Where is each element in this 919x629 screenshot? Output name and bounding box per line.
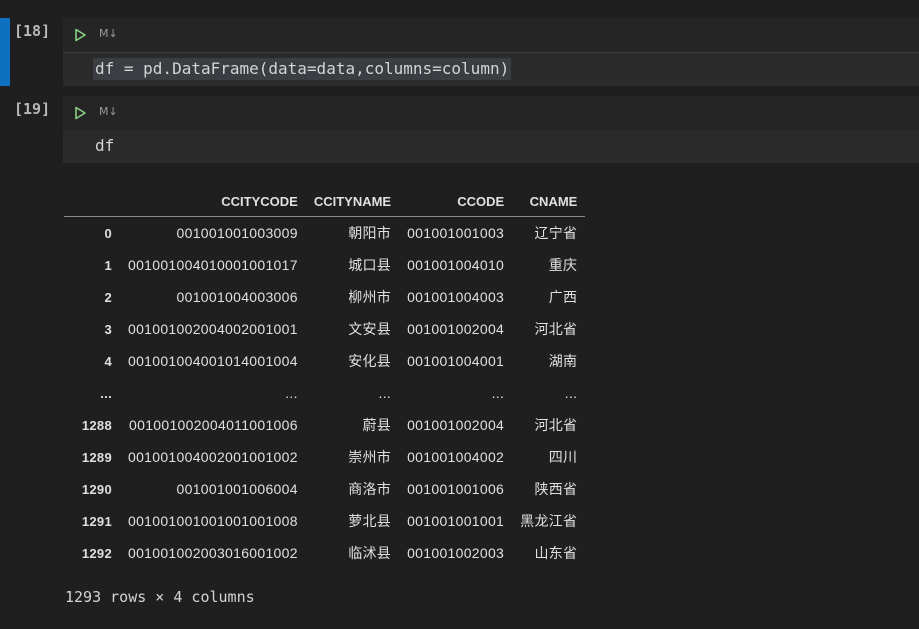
table-cell: 001001002004 xyxy=(407,321,505,337)
table-cell: 陕西省 xyxy=(534,481,578,497)
column-header: CCITYNAME xyxy=(313,193,392,209)
table-row: 3 001001002004002001001 文安县 001001002004 河北省 xyxy=(64,313,585,345)
table-cell: 广西 xyxy=(548,289,578,305)
table-cell: 001001004001014001004 xyxy=(128,353,298,369)
row-index: 1292 xyxy=(81,545,112,561)
notebook-cell-19[interactable]: [19] M↓ df xyxy=(0,96,919,163)
row-index: 1290 xyxy=(81,481,112,497)
table-cell: 山东省 xyxy=(534,545,578,561)
table-cell: 001001002004002001001 xyxy=(128,321,298,337)
table-cell: 001001001006004 xyxy=(176,481,298,497)
table-cell: 001001002003016001002 xyxy=(128,545,298,561)
table-cell: ... xyxy=(564,385,578,401)
column-header: CCITYCODE xyxy=(221,193,298,209)
table-row: 1291 001001001001001001008 萝北县 001001001001… xyxy=(64,505,585,537)
table-cell: 001001001003009 xyxy=(176,225,298,241)
table-cell: 蔚县 xyxy=(362,417,392,433)
cell-toolbar: M↓ xyxy=(63,18,919,52)
row-index: 1288 xyxy=(81,417,112,433)
code-editor[interactable]: df xyxy=(63,130,919,163)
table-row: 0 001001001003009 朝阳市 001001001003 辽宁省 xyxy=(64,217,585,250)
table-row: 2 001001004003006 柳州市 001001004003 广西 xyxy=(64,281,585,313)
table-cell: 001001002003 xyxy=(407,545,505,561)
table-cell: 安化县 xyxy=(348,353,392,369)
table-row: 1289 001001004002001001002 崇州市 001001004002… xyxy=(64,441,585,473)
table-row: 1290 001001001006004 商洛市 001001001006 陕西省 xyxy=(64,473,585,505)
cell-type-badge[interactable]: M↓ xyxy=(99,105,118,118)
table-cell: 朝阳市 xyxy=(348,225,392,241)
table-row: 1288 001001002004011001006 蔚县 001001002004 河… xyxy=(64,409,585,441)
row-index: 0 xyxy=(104,225,112,241)
execution-count: [19] xyxy=(14,100,51,118)
table-cell: 柳州市 xyxy=(348,289,392,305)
table-cell: 001001001006 xyxy=(407,481,505,497)
table-cell: 001001004003006 xyxy=(176,289,298,305)
active-cell-indicator xyxy=(0,18,10,86)
table-cell: ... xyxy=(285,385,298,401)
table-cell: 001001004002001001002 xyxy=(128,449,298,465)
notebook-cell-18[interactable]: [18] M↓ df = pd.DataFrame(data=data,colu… xyxy=(0,18,919,86)
execution-count: [18] xyxy=(14,22,51,40)
cell-type-badge[interactable]: M↓ xyxy=(99,27,118,40)
table-cell: 辽宁省 xyxy=(534,225,578,241)
row-index: 2 xyxy=(104,289,112,305)
table-row: ............... xyxy=(64,377,585,409)
table-row: 1 001001004010001001017 城口县 001001004010 重庆 xyxy=(64,249,585,281)
table-cell: 001001002004011001006 xyxy=(129,417,298,433)
table-cell: ... xyxy=(491,385,505,401)
column-header: CNAME xyxy=(529,193,578,209)
row-index: 1 xyxy=(104,257,112,273)
table-cell: 001001001001001001008 xyxy=(128,513,298,529)
table-cell: 001001004002 xyxy=(407,449,505,465)
code-editor[interactable]: df = pd.DataFrame(data=data,columns=colu… xyxy=(63,53,919,86)
column-header: CCODE xyxy=(457,193,505,209)
table-cell: 001001004010 xyxy=(407,257,505,273)
row-index: 1291 xyxy=(81,513,112,529)
table-header-row: CCITYCODE CCITYNAME CCODE CNAME xyxy=(64,186,586,217)
code-line[interactable]: df = pd.DataFrame(data=data,columns=colu… xyxy=(93,58,512,80)
table-cell: 商洛市 xyxy=(348,481,392,497)
table-cell: 001001004001 xyxy=(407,353,505,369)
table-cell: 河北省 xyxy=(534,321,578,337)
run-cell-icon[interactable] xyxy=(73,28,87,42)
table-cell: 临沭县 xyxy=(348,545,392,561)
table-cell: 001001001001 xyxy=(407,513,505,529)
table-cell: 河北省 xyxy=(534,417,578,433)
dataframe-table: CCITYCODE CCITYNAME CCODE CNAME 0 0010010… xyxy=(64,186,586,569)
row-index: 1289 xyxy=(81,449,112,465)
column-header xyxy=(64,186,120,217)
table-cell: 黑龙江省 xyxy=(520,513,578,529)
row-index: 3 xyxy=(104,321,112,337)
table-cell: ... xyxy=(378,385,392,401)
row-index: 4 xyxy=(104,353,112,369)
dataframe-summary: 1293 rows × 4 columns xyxy=(65,588,255,606)
table-cell: 四川 xyxy=(548,449,578,465)
table-cell: 萝北县 xyxy=(348,513,392,529)
table-cell: 001001004010001001017 xyxy=(128,257,298,273)
table-cell: 崇州市 xyxy=(348,449,392,465)
table-cell: 湖南 xyxy=(548,353,578,369)
run-cell-icon[interactable] xyxy=(73,106,87,120)
table-cell: 文安县 xyxy=(348,321,392,337)
table-cell: 城口县 xyxy=(348,257,392,273)
table-cell: 001001001003 xyxy=(407,225,505,241)
table-row: 1292 001001002003016001002 临沭县 001001002003… xyxy=(64,537,585,569)
table-cell: 001001002004 xyxy=(407,417,505,433)
code-line[interactable]: df xyxy=(95,135,114,157)
table-cell: 001001004003 xyxy=(407,289,505,305)
cell-toolbar: M↓ xyxy=(63,96,919,130)
table-row: 4 001001004001014001004 安化县 001001004001 湖南 xyxy=(64,345,585,377)
row-index: ... xyxy=(100,385,112,401)
table-cell: 重庆 xyxy=(548,257,578,273)
